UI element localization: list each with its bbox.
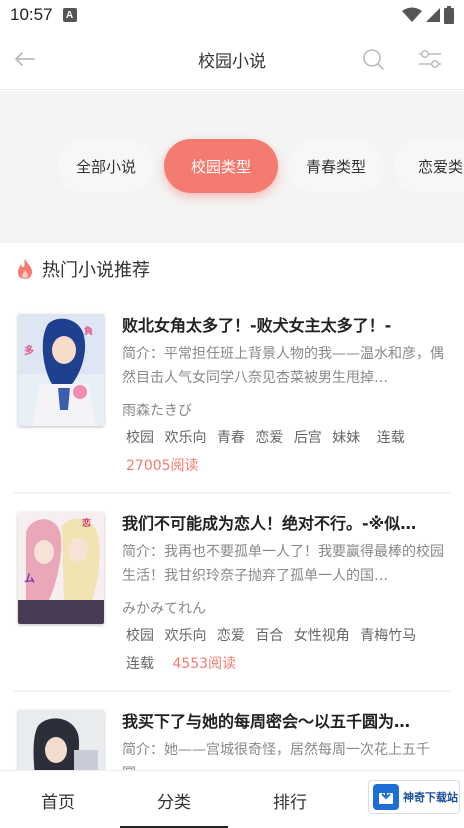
tab-campus[interactable]: 校园类型 — [164, 139, 278, 193]
read-count: 4553阅读 — [172, 656, 237, 672]
flame-icon — [18, 259, 32, 279]
book-item[interactable]: 多 負 败北女角太多了！-败犬女主太多了！- 简介：平常担任班上背景人物的我——… — [0, 300, 464, 494]
status-time: 10:57 — [10, 5, 53, 24]
back-arrow-icon[interactable] — [12, 46, 38, 72]
category-tabs: 全部小说 校园类型 青春类型 恋爱类 — [0, 91, 464, 243]
tag: 青梅竹马 — [360, 628, 417, 644]
tag: 连载 — [126, 656, 154, 672]
book-title[interactable]: 败北女角太多了！-败犬女主太多了！- — [122, 312, 452, 336]
book-intro: 简介：我再也不要孤单一人了！我要赢得最棒的校园生活！我甘织玲奈子抛弃了孤单一人的… — [122, 544, 444, 584]
notification-a-icon: A — [62, 8, 77, 22]
book-cover[interactable] — [18, 710, 104, 770]
svg-text:恋: 恋 — [82, 517, 91, 529]
book-author: みかみてれん — [122, 601, 206, 617]
signal-icon — [426, 8, 440, 22]
section-header: 热门小说推荐 — [0, 243, 464, 295]
book-tags: 校园 欢乐向 青春 恋爱 后宫 妹妹 连载 27005阅读 — [126, 424, 446, 480]
app-header: 校园小说 — [0, 30, 464, 90]
tag: 欢乐向 — [164, 430, 207, 446]
read-count: 27005阅读 — [126, 458, 199, 474]
book-title[interactable]: 我买下了与她的每周密会～以五千圆为… — [122, 708, 452, 732]
wifi-icon — [402, 7, 422, 22]
book-tags: 校园 欢乐向 恋爱 百合 女性视角 青梅竹马 连载 4553阅读 — [126, 622, 446, 678]
book-author: 雨森たきび — [122, 403, 192, 419]
tab-youth[interactable]: 青春类型 — [288, 139, 384, 193]
divider — [14, 492, 450, 494]
tab-romance[interactable]: 恋爱类 — [394, 139, 464, 193]
tag: 校园 — [126, 430, 154, 446]
status-bar: 10:57 A — [0, 0, 464, 30]
book-intro: 简介：平常担任班上背景人物的我——温水和彦，偶然目击人气女同学八奈见杏菜被男生甩… — [122, 346, 444, 386]
svg-text:多: 多 — [24, 344, 34, 357]
svg-text:ム: ム — [24, 572, 35, 585]
download-box-icon — [373, 784, 399, 810]
nav-ranking[interactable]: 排行 — [232, 771, 348, 828]
section-title: 热门小说推荐 — [42, 260, 150, 281]
book-item[interactable]: ム 恋 我们不可能成为恋人！绝对不行。-※似… 简介：我再也不要孤单一人了！我要… — [0, 498, 464, 692]
tag: 女性视角 — [293, 628, 350, 644]
nav-home[interactable]: 首页 — [0, 771, 116, 828]
filter-settings-icon[interactable] — [416, 46, 444, 72]
svg-text:負: 負 — [84, 325, 93, 337]
book-title[interactable]: 我们不可能成为恋人！绝对不行。-※似… — [122, 510, 452, 534]
divider — [14, 690, 450, 692]
tab-all[interactable]: 全部小说 — [58, 139, 154, 193]
tag: 欢乐向 — [164, 628, 207, 644]
tag: 恋爱 — [255, 430, 284, 446]
tag: 百合 — [255, 628, 284, 644]
tag: 妹妹 — [332, 430, 361, 446]
tag: 连载 — [376, 430, 405, 446]
book-cover[interactable]: ム 恋 — [18, 512, 104, 624]
status-icons — [402, 6, 454, 24]
battery-icon — [444, 6, 454, 24]
tag: 恋爱 — [216, 628, 245, 644]
watermark-text: 神奇下载站 — [403, 791, 458, 804]
book-item[interactable]: 我买下了与她的每周密会～以五千圆为… 简介：她——宫城很奇怪，居然每周一次花上五… — [0, 696, 464, 770]
book-intro: 简介：她——宫城很奇怪，居然每周一次花上五千圆…… — [122, 742, 430, 770]
nav-category[interactable]: 分类 — [116, 771, 232, 828]
tag: 青春 — [216, 430, 245, 446]
search-icon[interactable] — [360, 46, 386, 72]
page-title: 校园小说 — [198, 52, 266, 72]
watermark-logo: 神奇下载站 — [368, 780, 460, 814]
book-cover[interactable]: 多 負 — [18, 314, 104, 426]
tag: 后宫 — [293, 430, 322, 446]
tag: 校园 — [126, 628, 154, 644]
